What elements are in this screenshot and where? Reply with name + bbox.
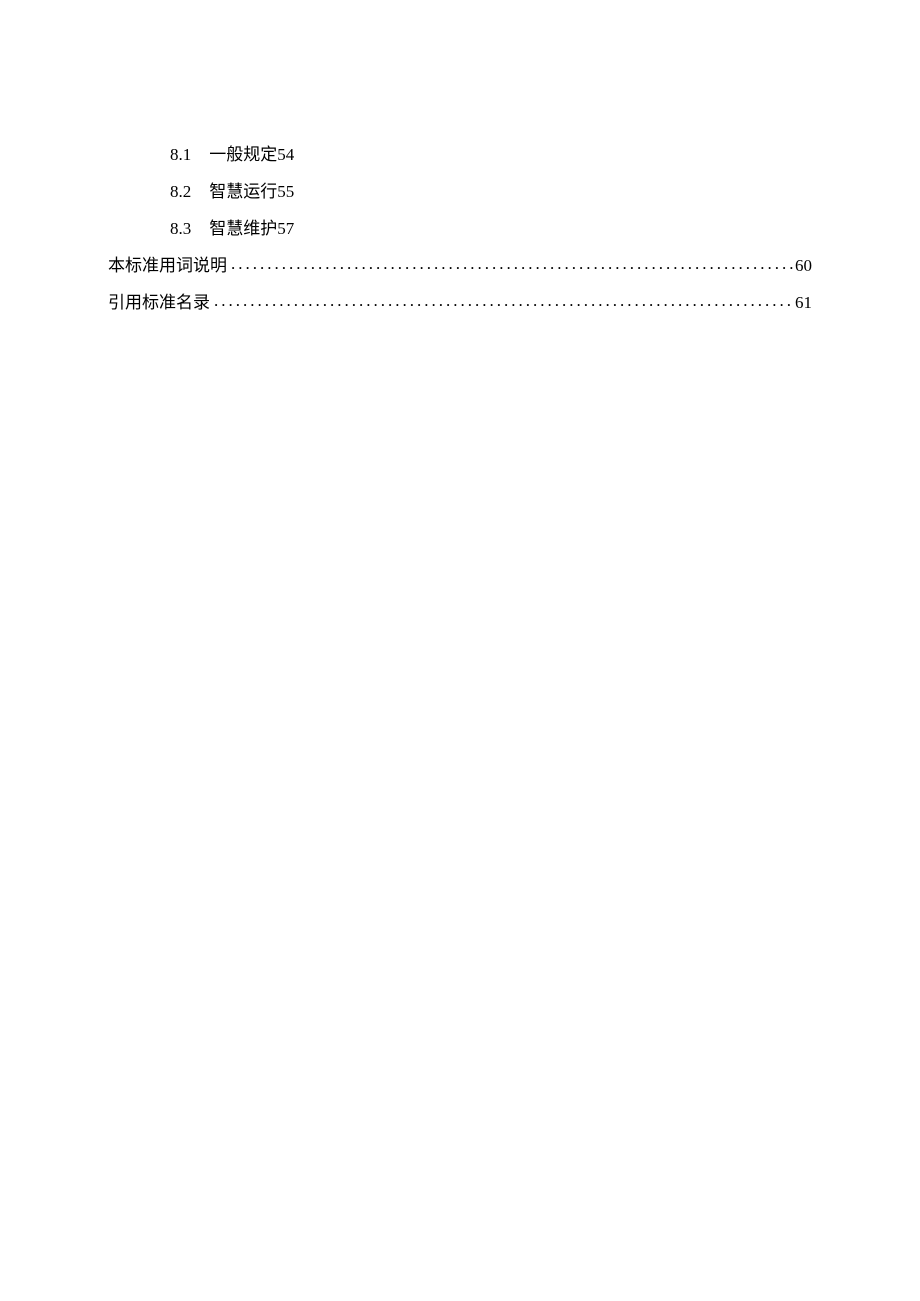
toc-sub-page: 57 bbox=[277, 219, 294, 239]
toc-sub-number: 8.2 bbox=[170, 182, 191, 202]
toc-main-title: 引用标准名录 bbox=[108, 288, 210, 313]
toc-sub-entry: 8.3 智慧维护57 bbox=[108, 214, 812, 239]
table-of-contents: 8.1 一般规定54 8.2 智慧运行55 8.3 智慧维护57 本标准用词说明… bbox=[108, 140, 812, 313]
toc-leader-dots: ........................................… bbox=[210, 291, 795, 311]
toc-leader-dots: ........................................… bbox=[227, 254, 795, 274]
toc-sub-number: 8.3 bbox=[170, 219, 191, 239]
toc-main-page: 60 bbox=[795, 256, 812, 276]
toc-sub-page: 55 bbox=[277, 182, 294, 202]
toc-sub-entry: 8.2 智慧运行55 bbox=[108, 177, 812, 202]
toc-sub-title: 一般规定 bbox=[209, 140, 277, 165]
toc-sub-entry: 8.1 一般规定54 bbox=[108, 140, 812, 165]
toc-main-entry: 引用标准名录 .................................… bbox=[108, 288, 812, 313]
toc-main-page: 61 bbox=[795, 293, 812, 313]
toc-sub-number: 8.1 bbox=[170, 145, 191, 165]
toc-main-entry: 本标准用词说明 ................................… bbox=[108, 251, 812, 276]
toc-sub-page: 54 bbox=[277, 145, 294, 165]
toc-sub-title: 智慧维护 bbox=[209, 214, 277, 239]
toc-main-title: 本标准用词说明 bbox=[108, 251, 227, 276]
toc-sub-title: 智慧运行 bbox=[209, 177, 277, 202]
